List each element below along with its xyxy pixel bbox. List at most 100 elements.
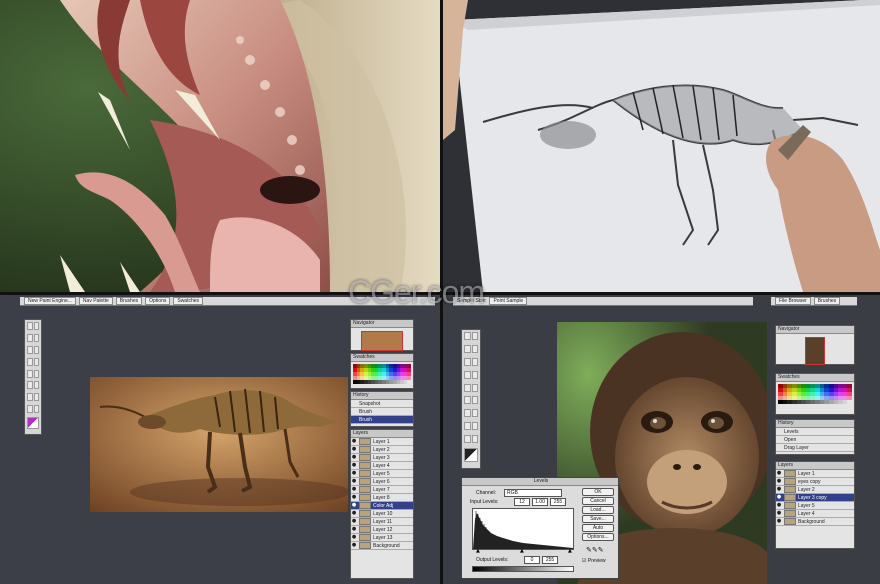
navigator-thumbnail[interactable] bbox=[361, 331, 403, 351]
history-item[interactable]: Open bbox=[776, 436, 854, 444]
dodge-tool-icon[interactable] bbox=[471, 409, 478, 418]
path-tool-icon[interactable] bbox=[464, 422, 471, 431]
color-swatch[interactable] bbox=[407, 380, 411, 384]
input-gamma-field[interactable]: 1.00 bbox=[532, 498, 548, 506]
save-button[interactable]: Save... bbox=[582, 515, 614, 523]
brush-tool-icon[interactable] bbox=[33, 357, 39, 366]
pen-tool-icon[interactable] bbox=[464, 435, 471, 444]
output-gradient-slider[interactable] bbox=[472, 566, 574, 572]
dodge-tool-icon[interactable] bbox=[33, 393, 39, 402]
lasso-tool-icon[interactable] bbox=[27, 333, 33, 342]
layer-row[interactable]: ● Background bbox=[351, 542, 413, 550]
swatch-grid[interactable] bbox=[778, 384, 852, 404]
visibility-eye-icon[interactable]: ● bbox=[351, 527, 357, 532]
document-canvas[interactable] bbox=[90, 377, 350, 512]
marquee-tool-icon[interactable] bbox=[464, 332, 471, 340]
visibility-eye-icon[interactable]: ● bbox=[776, 495, 782, 500]
layer-row[interactable]: ● Layer 8 bbox=[351, 494, 413, 502]
history-brush-icon[interactable] bbox=[471, 383, 478, 392]
visibility-eye-icon[interactable]: ● bbox=[351, 495, 357, 500]
history-item[interactable]: Levels bbox=[776, 428, 854, 436]
eraser-tool-icon[interactable] bbox=[27, 381, 33, 390]
visibility-eye-icon[interactable]: ● bbox=[351, 463, 357, 468]
input-slider[interactable]: ▲ ▲ ▲ bbox=[472, 549, 572, 554]
color-swatch[interactable] bbox=[847, 400, 852, 404]
layer-row[interactable]: ● Layer 5 bbox=[351, 470, 413, 478]
layer-row[interactable]: ● Layer 4 bbox=[351, 462, 413, 470]
menu-button[interactable]: Brushes bbox=[115, 297, 143, 305]
wand-tool-icon[interactable] bbox=[471, 344, 478, 353]
layer-row[interactable]: ● Layer 2 bbox=[351, 446, 413, 454]
swatch-grid[interactable] bbox=[353, 364, 411, 384]
layer-row[interactable]: ● Background bbox=[776, 518, 854, 526]
eraser-tool-icon[interactable] bbox=[464, 396, 471, 405]
cancel-button[interactable]: Cancel bbox=[582, 497, 614, 505]
menu-button[interactable]: New Paint Engine... bbox=[24, 297, 76, 305]
heal-tool-icon[interactable] bbox=[464, 370, 471, 379]
layer-row[interactable]: ● Layer 10 bbox=[351, 510, 413, 518]
shape-tool-icon[interactable] bbox=[471, 435, 478, 444]
heal-tool-icon[interactable] bbox=[27, 357, 33, 366]
visibility-eye-icon[interactable]: ● bbox=[351, 447, 357, 452]
type-tool-icon[interactable] bbox=[33, 405, 39, 414]
layer-row[interactable]: ● Layer 2 bbox=[776, 486, 854, 494]
slice-tool-icon[interactable] bbox=[33, 345, 39, 354]
visibility-eye-icon[interactable]: ● bbox=[351, 439, 357, 444]
brushes-tab[interactable]: Brushes bbox=[813, 297, 841, 305]
history-item[interactable]: Snapshot bbox=[351, 400, 413, 408]
gradient-tool-icon[interactable] bbox=[471, 396, 478, 405]
layer-row[interactable]: ● Layer 11 bbox=[351, 518, 413, 526]
visibility-eye-icon[interactable]: ● bbox=[351, 503, 357, 508]
history-item[interactable]: Brush bbox=[351, 408, 413, 416]
color-swatch-icon[interactable] bbox=[27, 417, 39, 430]
layer-row[interactable]: ● Layer 3 bbox=[351, 454, 413, 462]
auto-button[interactable]: Auto bbox=[582, 524, 614, 532]
visibility-eye-icon[interactable]: ● bbox=[776, 503, 782, 508]
layer-row[interactable]: ● Layer 1 bbox=[351, 438, 413, 446]
layer-row[interactable]: ● Layer 6 bbox=[351, 478, 413, 486]
input-black-field[interactable]: 12 bbox=[514, 498, 530, 506]
crop-tool-icon[interactable] bbox=[27, 345, 33, 354]
layer-row[interactable]: ● Layer 5 bbox=[776, 502, 854, 510]
wand-tool-icon[interactable] bbox=[33, 333, 39, 342]
layer-row[interactable]: ● Layer 13 bbox=[351, 534, 413, 542]
blur-tool-icon[interactable] bbox=[464, 409, 471, 418]
layer-row[interactable]: ● Layer 4 bbox=[776, 510, 854, 518]
output-white-field[interactable]: 255 bbox=[542, 556, 558, 564]
layer-row[interactable]: ● Layer 7 bbox=[351, 486, 413, 494]
layer-row[interactable]: ● Color Adj bbox=[351, 502, 413, 510]
stamp-tool-icon[interactable] bbox=[27, 369, 33, 378]
color-swatch-icon[interactable] bbox=[464, 448, 478, 463]
output-black-field[interactable]: 0 bbox=[524, 556, 540, 564]
input-white-field[interactable]: 255 bbox=[550, 498, 566, 506]
brush-tool-icon[interactable] bbox=[471, 370, 478, 379]
layer-row[interactable]: ● Layer 1 bbox=[776, 470, 854, 478]
visibility-eye-icon[interactable]: ● bbox=[776, 479, 782, 484]
history-item[interactable]: Brush bbox=[351, 416, 413, 424]
visibility-eye-icon[interactable]: ● bbox=[351, 479, 357, 484]
menu-button[interactable]: Nav Palette bbox=[78, 297, 113, 305]
visibility-eye-icon[interactable]: ● bbox=[776, 471, 782, 476]
visibility-eye-icon[interactable]: ● bbox=[776, 487, 782, 492]
visibility-eye-icon[interactable]: ● bbox=[351, 455, 357, 460]
layer-row[interactable]: ● Layer 3 copy bbox=[776, 494, 854, 502]
menu-button[interactable]: Swatches bbox=[173, 297, 204, 305]
move-tool-icon[interactable] bbox=[471, 332, 478, 340]
visibility-eye-icon[interactable]: ● bbox=[351, 519, 357, 524]
move-tool-icon[interactable] bbox=[33, 322, 39, 330]
preview-checkbox[interactable]: ☑ Preview bbox=[582, 558, 606, 564]
navigator-thumbnail[interactable] bbox=[805, 337, 825, 365]
path-tool-icon[interactable] bbox=[27, 405, 33, 414]
channel-select[interactable]: RGB bbox=[504, 489, 562, 497]
visibility-eye-icon[interactable]: ● bbox=[776, 511, 782, 516]
stamp-tool-icon[interactable] bbox=[464, 383, 471, 392]
slice-tool-icon[interactable] bbox=[471, 357, 478, 366]
file-browser-tab[interactable]: File Browser bbox=[775, 297, 811, 305]
options-button[interactable]: Options... bbox=[582, 533, 614, 541]
visibility-eye-icon[interactable]: ● bbox=[776, 519, 782, 524]
gradient-tool-icon[interactable] bbox=[33, 381, 39, 390]
blur-tool-icon[interactable] bbox=[27, 393, 33, 402]
load-button[interactable]: Load... bbox=[582, 506, 614, 514]
crop-tool-icon[interactable] bbox=[464, 357, 471, 366]
type-tool-icon[interactable] bbox=[471, 422, 478, 431]
